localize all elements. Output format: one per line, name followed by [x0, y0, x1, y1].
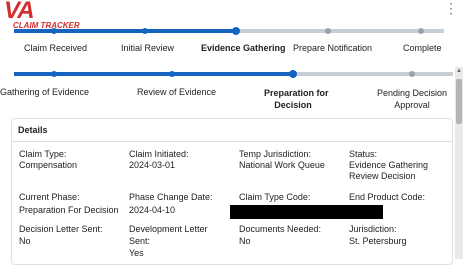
phase-change-date-value: 2024-04-10 [129, 205, 176, 215]
redaction-bar [230, 205, 383, 219]
phase-progress-track-pending [294, 72, 453, 76]
claim-step-dot-received [51, 28, 57, 34]
decision-letter-sent-value: No [19, 236, 31, 246]
phase-change-date-label: Phase Change Date: [129, 192, 213, 202]
phase-step-dot-preparation [289, 70, 297, 78]
claim-initiated-label: Claim Initiated: [129, 149, 189, 159]
claim-type-value: Compensation [19, 160, 78, 170]
status-label: Status: [349, 149, 378, 159]
jurisdiction-value: St. Petersburg [349, 236, 407, 246]
claim-step-dot-initial-review [142, 28, 148, 34]
phase-step-label-review: Review of Evidence [137, 87, 217, 97]
phase-step-dot-pending-approval [409, 71, 415, 77]
development-letter-label-line1: Development Letter [129, 224, 208, 234]
current-phase-value: Preparation For Decision [19, 205, 119, 215]
documents-needed-label: Documents Needed: [239, 224, 322, 234]
claim-type-label: Claim Type: [19, 149, 67, 159]
current-phase-label: Current Phase: [19, 192, 80, 202]
phase-step-label-pending-approval-line1: Pending Decision [376, 88, 448, 98]
phase-step-label-preparation: Preparation for Decision [264, 87, 329, 111]
status-value-line2: Review Decision [349, 171, 416, 181]
phase-step-label-preparation-line2: Decision [274, 100, 312, 110]
claim-initiated-value: 2024-03-01 [129, 160, 176, 170]
claim-progress-track-complete [14, 29, 236, 33]
claim-step-dot-complete [418, 28, 424, 34]
claim-step-label-complete: Complete [403, 43, 442, 53]
claim-step-label-prepare-notification: Prepare Notification [293, 43, 373, 53]
development-letter-label-line2: Sent: [129, 236, 151, 246]
claim-step-label-initial-review: Initial Review [121, 43, 175, 53]
claim-step-label-evidence-gathering: Evidence Gathering [201, 43, 286, 53]
scrollbar-thumb[interactable] [456, 79, 462, 124]
phase-step-dot-review [169, 71, 175, 77]
phase-step-label-pending-approval: Pending Decision Approval [373, 87, 451, 111]
end-product-code-label: End Product Code: [349, 192, 426, 202]
documents-needed-value: No [239, 236, 251, 246]
claim-step-label-received: Claim Received [24, 43, 88, 53]
details-card-header: Details [12, 119, 452, 142]
claim-progress-track-pending [236, 29, 444, 33]
temp-jurisdiction-value: National Work Queue [239, 160, 325, 170]
phase-step-label-gathering: Gathering of Evidence [0, 87, 90, 97]
phase-step-dot-gathering [51, 71, 57, 77]
phase-step-label-preparation-line1: Preparation for [264, 88, 329, 98]
phase-step-label-pending-approval-line2: Approval [394, 100, 430, 110]
claim-step-dot-prepare-notification [325, 28, 331, 34]
development-letter-value: Yes [129, 248, 144, 258]
vertical-ellipsis-icon[interactable]: ⋮ [444, 1, 458, 16]
vertical-scrollbar[interactable]: ▲ [455, 67, 463, 259]
scroll-up-arrow-icon[interactable]: ▲ [455, 67, 463, 75]
claim-step-dot-evidence-gathering [232, 27, 240, 35]
claim-type-code-label: Claim Type Code: [239, 192, 311, 202]
temp-jurisdiction-label: Temp Jurisdiction: [239, 149, 312, 159]
status-value-line1: Evidence Gathering [349, 160, 429, 170]
jurisdiction-label: Jurisdiction: [349, 224, 397, 234]
decision-letter-sent-label: Decision Letter Sent: [19, 224, 103, 234]
details-title: Details [18, 125, 48, 135]
